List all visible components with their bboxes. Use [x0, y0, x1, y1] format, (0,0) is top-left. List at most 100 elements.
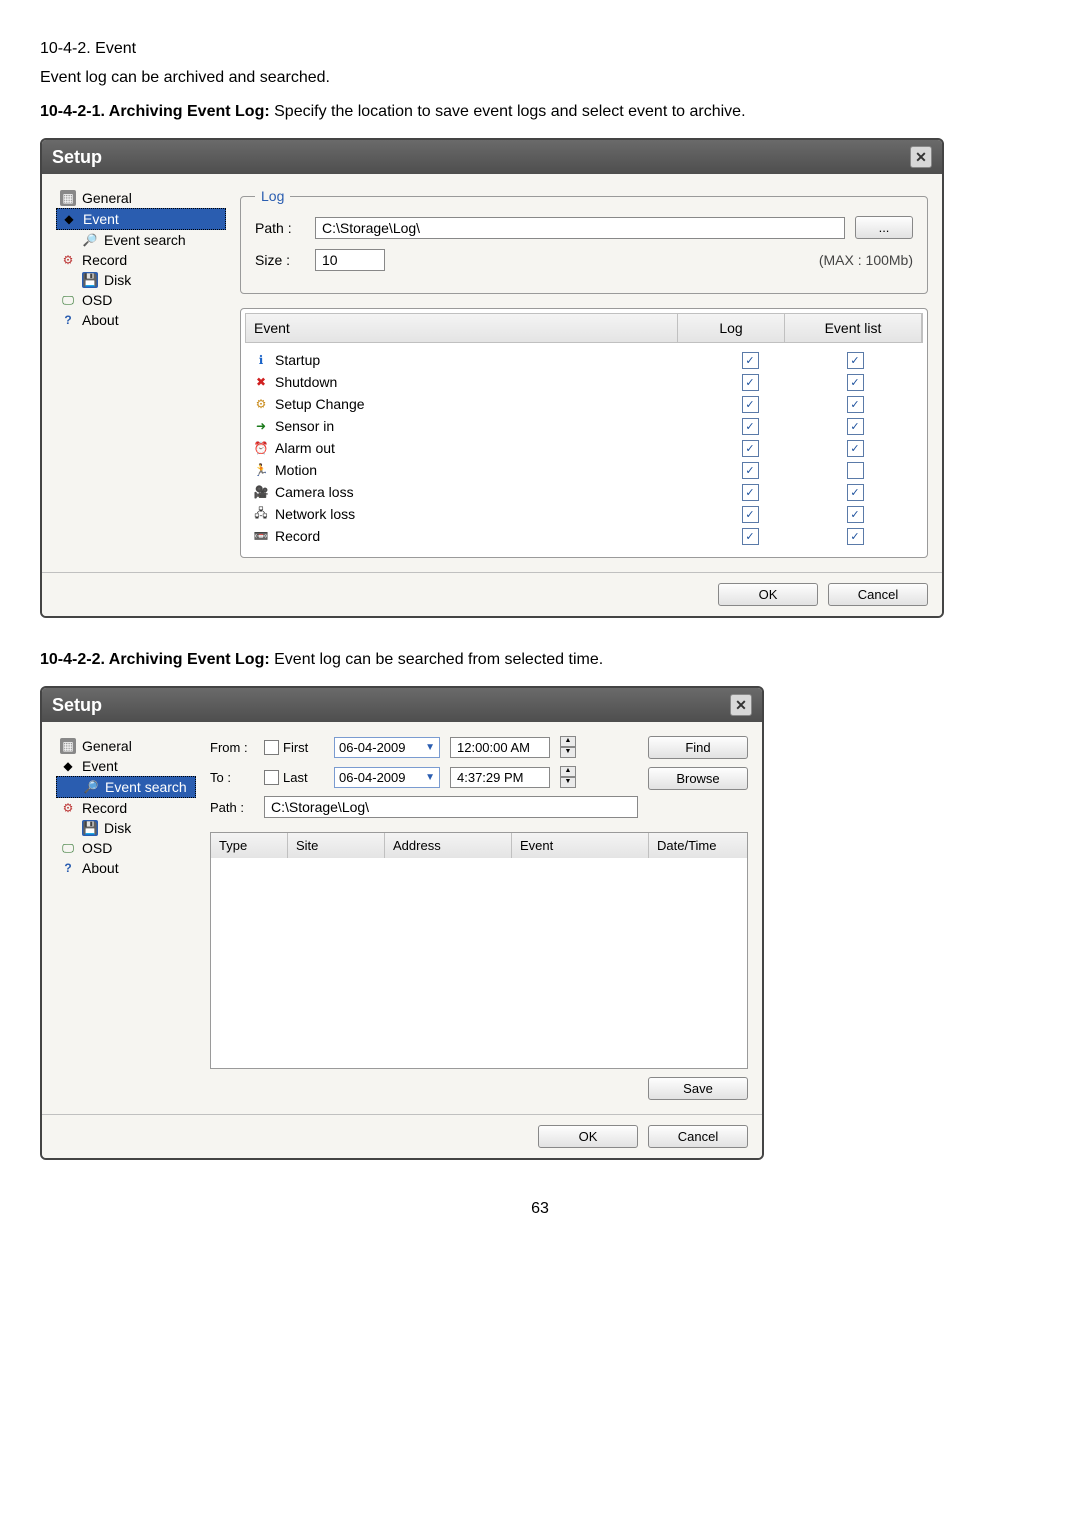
event-row-icon: ⚙ — [253, 396, 269, 412]
event-row: 🏃Motion✓✓ — [253, 459, 915, 481]
chevron-down-icon: ▼ — [425, 742, 435, 753]
path-input[interactable] — [315, 217, 845, 239]
ok-button[interactable]: OK — [538, 1125, 638, 1148]
sub2-rest: Event log can be searched from selected … — [274, 651, 603, 668]
tree-event[interactable]: ◆Event — [56, 208, 226, 230]
titlebar: Setup ✕ — [42, 688, 762, 722]
eventlist-checkbox[interactable]: ✓ — [847, 418, 864, 435]
browse-button[interactable]: Browse — [648, 767, 748, 790]
first-checkbox[interactable]: First — [264, 740, 324, 755]
tree-event-search[interactable]: 🔎Event search — [56, 776, 196, 798]
last-checkbox[interactable]: Last — [264, 770, 324, 785]
log-checkbox[interactable]: ✓ — [742, 506, 759, 523]
tree-disk[interactable]: 💾Disk — [56, 818, 196, 838]
max-note: (MAX : 100Mb) — [819, 252, 913, 268]
cancel-button[interactable]: Cancel — [828, 583, 928, 606]
ok-button[interactable]: OK — [718, 583, 818, 606]
tree-osd[interactable]: 🖵 OSD — [56, 838, 196, 858]
log-checkbox[interactable]: ✓ — [742, 374, 759, 391]
main-pane: From : First 06-04-2009▼ 12:00:00 AM ▲▼ … — [210, 736, 748, 1100]
log-checkbox[interactable]: ✓ — [742, 352, 759, 369]
disk-icon: 💾 — [82, 272, 98, 288]
tree-disk-label: Disk — [104, 820, 131, 836]
sub2-line: 10-4-2-2. Archiving Event Log: Event log… — [40, 648, 1040, 672]
h-event: Event — [246, 314, 678, 342]
tree-osd-label: OSD — [82, 840, 112, 856]
cancel-button[interactable]: Cancel — [648, 1125, 748, 1148]
close-icon[interactable]: ✕ — [730, 694, 752, 716]
log-checkbox[interactable]: ✓ — [742, 396, 759, 413]
to-time[interactable]: 4:37:29 PM — [450, 767, 550, 788]
tree-record-label: Record — [82, 800, 127, 816]
eventlist-checkbox[interactable]: ✓ — [847, 484, 864, 501]
event-row: 🎥 Camera loss ✓ ✓ — [253, 481, 915, 503]
save-button[interactable]: Save — [648, 1077, 748, 1100]
find-button[interactable]: Find — [648, 736, 748, 759]
sub1-line: 10-4-2-1. Archiving Event Log: Specify t… — [40, 100, 1040, 124]
page-number: 63 — [40, 1200, 1040, 1218]
eventlist-checkbox[interactable]: ✓ — [847, 352, 864, 369]
path-label: Path : — [210, 800, 254, 815]
checkbox-icon — [264, 770, 279, 785]
from-time-spinner[interactable]: ▲▼ — [560, 736, 576, 758]
log-checkbox[interactable]: ✓ — [742, 528, 759, 545]
checkbox-icon — [264, 740, 279, 755]
from-date[interactable]: 06-04-2009▼ — [334, 737, 440, 758]
tree-record[interactable]: ⚙Record — [56, 250, 226, 270]
eventlist-checkbox[interactable]: ✓ — [847, 396, 864, 413]
tree-event-search[interactable]: 🔎Event search — [56, 230, 226, 250]
tree-about-label: About — [82, 312, 119, 328]
osd-icon: 🖵 — [60, 840, 76, 856]
about-icon: ? — [60, 312, 76, 328]
tree-general[interactable]: ▦General — [56, 736, 196, 756]
eventlist-checkbox[interactable]: ✓ — [847, 440, 864, 457]
event-row-label: Record — [275, 528, 320, 544]
h-list: Event list — [785, 314, 922, 342]
event-row: ⚙Setup Change✓✓ — [253, 393, 915, 415]
result-header: Type Site Address Event Date/Time — [211, 833, 747, 858]
tree-about[interactable]: ? About — [56, 310, 226, 330]
tree-osd[interactable]: 🖵OSD — [56, 290, 226, 310]
tree-disk[interactable]: 💾Disk — [56, 270, 226, 290]
tree-general-label: General — [82, 738, 132, 754]
sub1-bold: 10-4-2-1. Archiving Event Log: — [40, 103, 274, 120]
record-icon: ⚙ — [60, 800, 76, 816]
tree-record-label: Record — [82, 252, 127, 268]
event-row-label: Shutdown — [275, 374, 337, 390]
dialog-title: Setup — [52, 147, 102, 168]
event-row-icon: ✖ — [253, 374, 269, 390]
tree-record[interactable]: ⚙ Record — [56, 798, 196, 818]
eventlist-checkbox[interactable]: ✓ — [847, 462, 864, 479]
log-checkbox[interactable]: ✓ — [742, 462, 759, 479]
event-row-label: Sensor in — [275, 418, 334, 434]
to-time-spinner[interactable]: ▲▼ — [560, 766, 576, 788]
eventlist-checkbox[interactable]: ✓ — [847, 374, 864, 391]
event-row-icon: 🏃 — [253, 462, 269, 478]
section-number: 10-4-2. Event — [40, 40, 1040, 58]
eventlist-checkbox[interactable]: ✓ — [847, 528, 864, 545]
tree-event[interactable]: ◆Event — [56, 756, 196, 776]
path-input[interactable] — [264, 796, 638, 818]
h-type: Type — [211, 833, 288, 858]
to-date[interactable]: 06-04-2009▼ — [334, 767, 440, 788]
event-icon: ◆ — [60, 758, 76, 774]
dialog-title: Setup — [52, 695, 102, 716]
spin-down-icon: ▼ — [560, 747, 576, 758]
from-time[interactable]: 12:00:00 AM — [450, 737, 550, 758]
tree-general[interactable]: ▦General — [56, 188, 226, 208]
close-icon[interactable]: ✕ — [910, 146, 932, 168]
eventlist-checkbox[interactable]: ✓ — [847, 506, 864, 523]
event-row-label: Camera loss — [275, 484, 354, 500]
event-row-icon: 🎥 — [253, 484, 269, 500]
browse-button[interactable]: ... — [855, 216, 913, 239]
tree-about-label: About — [82, 860, 119, 876]
about-icon: ? — [60, 860, 76, 876]
log-checkbox[interactable]: ✓ — [742, 484, 759, 501]
tree-about[interactable]: ? About — [56, 858, 196, 878]
log-group: Log Path : ... Size : (MAX : 100Mb) — [240, 188, 928, 294]
titlebar: Setup ✕ — [42, 140, 942, 174]
log-checkbox[interactable]: ✓ — [742, 418, 759, 435]
log-checkbox[interactable]: ✓ — [742, 440, 759, 457]
event-row-icon: ⏰ — [253, 440, 269, 456]
size-input[interactable] — [315, 249, 385, 271]
